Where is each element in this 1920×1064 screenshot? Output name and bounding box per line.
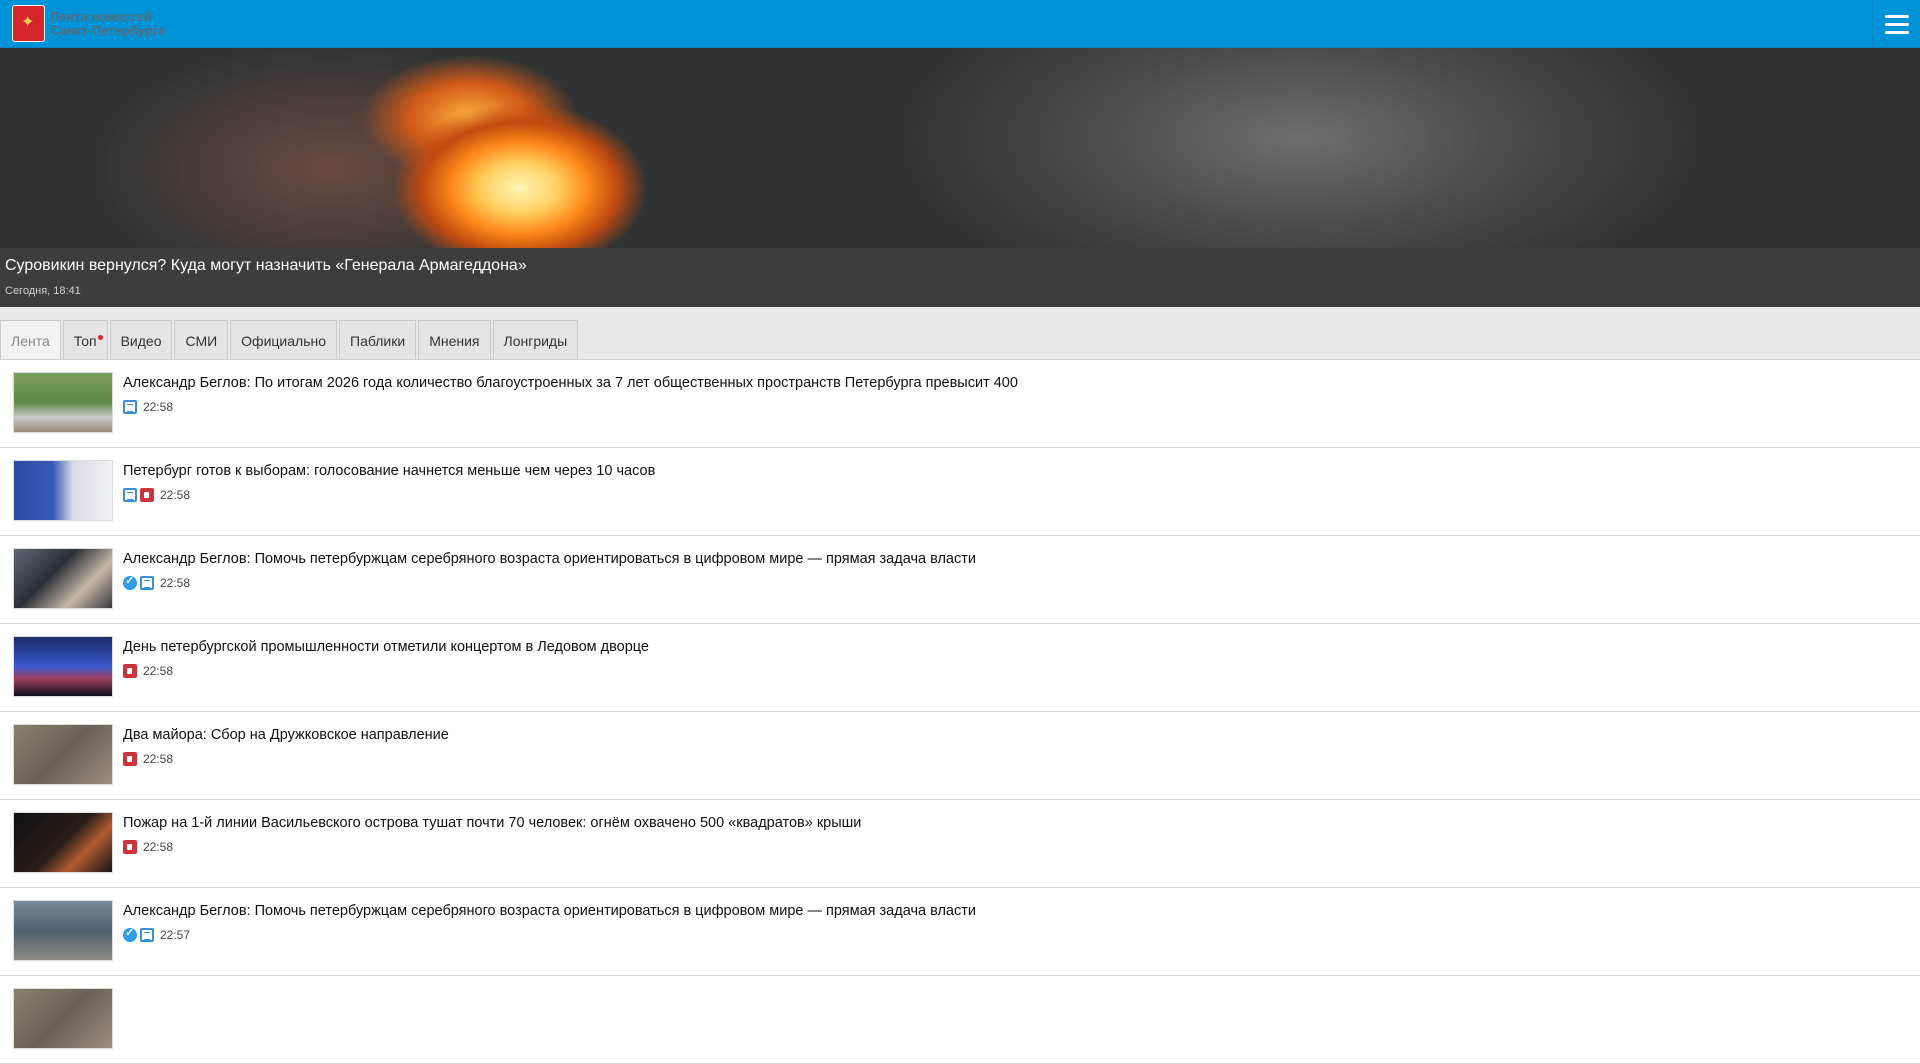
news-thumbnail[interactable] <box>13 460 113 521</box>
text-icon <box>123 488 137 502</box>
category-tabs: Лента Топ Видео СМИ Официально Паблики М… <box>0 320 580 361</box>
news-title[interactable]: Пожар на 1-й линии Васильевского острова… <box>123 815 861 831</box>
coat-of-arms-logo[interactable] <box>12 5 45 42</box>
verified-icon <box>123 926 137 942</box>
news-item[interactable]: Александр Беглов: Помочь петербуржцам се… <box>0 536 1920 624</box>
text-icon <box>140 576 154 590</box>
news-time: 22:58 <box>143 840 174 854</box>
news-time: 22:57 <box>160 928 191 942</box>
tab-video[interactable]: Видео <box>109 320 173 360</box>
site-brand[interactable]: Лента новостей Санкт-Петербурга <box>50 10 165 38</box>
news-item[interactable]: Петербург готов к выборам: голосование н… <box>0 448 1920 536</box>
news-meta: 22:58 <box>123 752 173 766</box>
news-meta: 22:58 <box>123 840 173 854</box>
hamburger-icon <box>1884 22 1909 26</box>
hero-caption[interactable]: Суровикин вернулся? Куда могут назначить… <box>0 248 1920 307</box>
news-list: Александр Беглов: По итогам 2026 года ко… <box>0 359 1920 1064</box>
menu-button[interactable] <box>1872 0 1920 48</box>
tab-lenta[interactable]: Лента <box>0 320 61 361</box>
tab-top-label: Топ <box>73 332 97 349</box>
news-time: 22:58 <box>143 400 174 414</box>
news-meta: 22:58 <box>123 488 190 502</box>
video-icon <box>123 840 137 854</box>
news-title[interactable]: День петербургской промышленности отмети… <box>123 639 649 655</box>
news-thumbnail[interactable] <box>13 548 113 609</box>
hero-title[interactable]: Суровикин вернулся? Куда могут назначить… <box>5 257 527 275</box>
news-thumbnail[interactable] <box>13 900 113 961</box>
news-thumbnail[interactable] <box>13 988 113 1049</box>
text-icon <box>123 400 137 414</box>
news-thumbnail[interactable] <box>13 372 113 433</box>
hero-time: Сегодня, 18:41 <box>5 285 81 297</box>
video-icon <box>123 664 137 678</box>
news-item[interactable]: Александр Беглов: Помочь петербуржцам се… <box>0 888 1920 976</box>
tab-longreads[interactable]: Лонгриды <box>492 320 579 360</box>
tab-smi[interactable]: СМИ <box>174 320 229 360</box>
video-icon <box>140 488 154 502</box>
tab-top[interactable]: Топ <box>62 320 108 360</box>
news-time: 22:58 <box>143 664 174 678</box>
news-time: 22:58 <box>160 488 191 502</box>
news-title[interactable]: Александр Беглов: По итогам 2026 года ко… <box>123 375 1018 391</box>
news-title[interactable]: Петербург готов к выборам: голосование н… <box>123 463 655 479</box>
news-title[interactable]: Два майора: Сбор на Дружковское направле… <box>123 727 449 743</box>
hero-image[interactable] <box>0 48 1920 248</box>
news-item[interactable]: Два майора: Сбор на Дружковское направле… <box>0 712 1920 800</box>
brand-line-2: Санкт-Петербурга <box>50 23 166 38</box>
video-icon <box>123 752 137 766</box>
brand-line-1: Лента новостей <box>50 9 152 24</box>
verified-icon <box>123 574 137 590</box>
news-thumbnail[interactable] <box>13 636 113 697</box>
text-icon <box>140 928 154 942</box>
top-bar: Лента новостей Санкт-Петербурга <box>0 0 1920 48</box>
news-title[interactable]: Александр Беглов: Помочь петербуржцам се… <box>123 551 976 567</box>
new-dot-icon <box>97 335 103 340</box>
news-item[interactable] <box>0 976 1920 1064</box>
news-time: 22:58 <box>143 752 174 766</box>
tab-publics[interactable]: Паблики <box>339 320 417 360</box>
news-time: 22:58 <box>160 576 191 590</box>
news-thumbnail[interactable] <box>13 724 113 785</box>
news-item[interactable]: Пожар на 1-й линии Васильевского острова… <box>0 800 1920 888</box>
tab-official[interactable]: Официально <box>230 320 338 360</box>
news-meta: 22:58 <box>123 574 191 590</box>
news-item[interactable]: День петербургской промышленности отмети… <box>0 624 1920 712</box>
news-meta: 22:58 <box>123 664 173 678</box>
news-thumbnail[interactable] <box>13 812 113 873</box>
news-meta: 22:58 <box>123 400 173 414</box>
tab-opinions[interactable]: Мнения <box>418 320 491 360</box>
news-meta: 22:57 <box>123 926 191 942</box>
news-title[interactable]: Александр Беглов: Помочь петербуржцам се… <box>123 903 976 919</box>
news-item[interactable]: Александр Беглов: По итогам 2026 года ко… <box>0 360 1920 448</box>
